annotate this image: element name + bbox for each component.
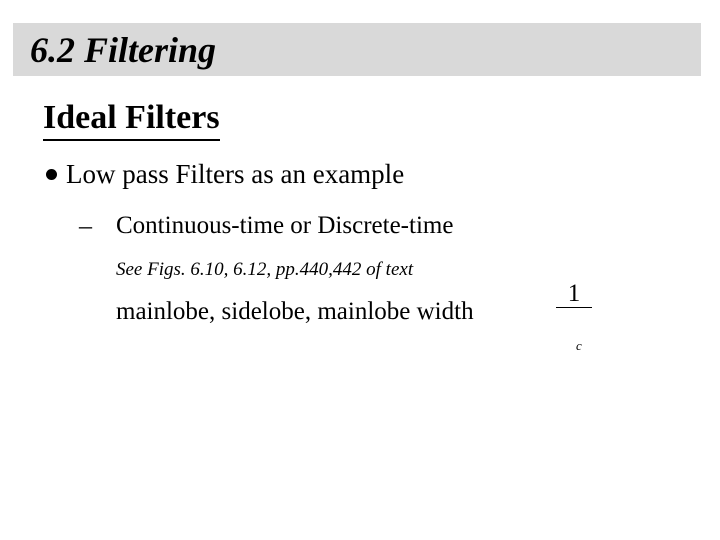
lobe-terms: mainlobe, sidelobe, mainlobe width <box>116 298 474 325</box>
fraction-numerator: 1 <box>567 280 581 307</box>
section-heading: Ideal Filters <box>43 97 220 141</box>
sub-bullet-dash: – <box>79 211 92 240</box>
slide-title: 6.2 Filtering <box>30 30 217 70</box>
fraction-subscript: c <box>576 338 582 353</box>
sub-bullet-text: Continuous-time or Discrete-time <box>116 212 454 239</box>
fraction-bar <box>556 307 592 308</box>
bullet-dot-icon <box>46 169 57 180</box>
figure-reference: See Figs. 6.10, 6.12, pp.440,442 of text <box>116 259 414 280</box>
bullet-text: Low pass Filters as an example <box>66 159 405 189</box>
